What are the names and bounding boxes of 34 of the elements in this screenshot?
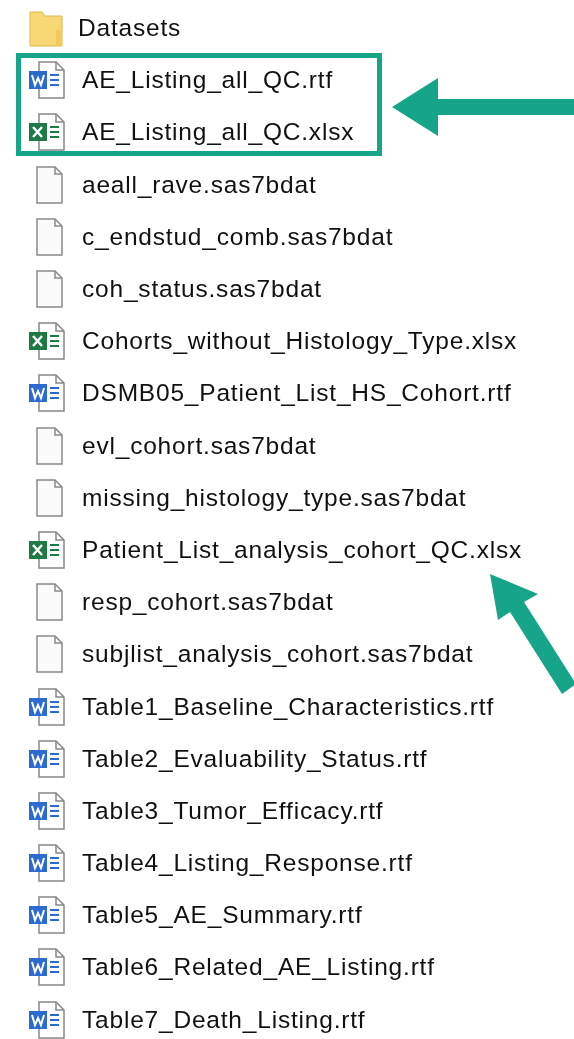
- file-name[interactable]: subjlist_analysis_cohort.sas7bdat: [82, 640, 474, 669]
- word-document-icon: [28, 947, 68, 988]
- file-name[interactable]: aeall_rave.sas7bdat: [82, 170, 317, 199]
- file-name[interactable]: Table1_Baseline_Characteristics.rtf: [82, 692, 495, 721]
- file-name[interactable]: DSMB05_Patient_List_HS_Cohort.rtf: [82, 379, 512, 408]
- word-document-icon: [28, 999, 68, 1039]
- word-document-icon: [28, 738, 68, 779]
- file-name[interactable]: Table5_AE_Summary.rtf: [82, 901, 363, 930]
- file-name[interactable]: Table4_Listing_Response.rtf: [82, 849, 413, 878]
- file-name[interactable]: Datasets: [78, 14, 182, 43]
- spreadsheet-icon: [28, 321, 68, 362]
- file-name[interactable]: coh_status.sas7bdat: [82, 275, 322, 304]
- file-name[interactable]: missing_histology_type.sas7bdat: [82, 483, 467, 512]
- word-document-icon: [28, 843, 68, 884]
- word-document-icon: [28, 895, 68, 936]
- file-name[interactable]: Patient_List_analysis_cohort_QC.xlsx: [82, 535, 523, 564]
- word-document-icon: [28, 686, 68, 727]
- spreadsheet-icon: [28, 529, 68, 570]
- arrow-icon: [392, 76, 574, 138]
- word-document-icon: [28, 60, 68, 101]
- file-name[interactable]: AE_Listing_all_QC.rtf: [82, 66, 334, 95]
- file-name[interactable]: c_endstud_comb.sas7bdat: [82, 222, 394, 251]
- file-name[interactable]: AE_Listing_all_QC.xlsx: [82, 118, 355, 147]
- file-name[interactable]: Table2_Evaluability_Status.rtf: [82, 744, 428, 773]
- file-name[interactable]: resp_cohort.sas7bdat: [82, 588, 334, 617]
- file-name[interactable]: Table3_Tumor_Efficacy.rtf: [82, 796, 384, 825]
- file-name[interactable]: evl_cohort.sas7bdat: [82, 431, 317, 460]
- spreadsheet-icon: [28, 112, 68, 153]
- word-document-icon: [28, 790, 68, 831]
- file-name[interactable]: Table6_Related_AE_Listing.rtf: [82, 953, 435, 982]
- file-name[interactable]: Table7_Death_Listing.rtf: [82, 1005, 366, 1034]
- folder-icon: [28, 8, 64, 49]
- word-document-icon: [28, 373, 68, 414]
- file-name[interactable]: Cohorts_without_Histology_Type.xlsx: [82, 327, 518, 356]
